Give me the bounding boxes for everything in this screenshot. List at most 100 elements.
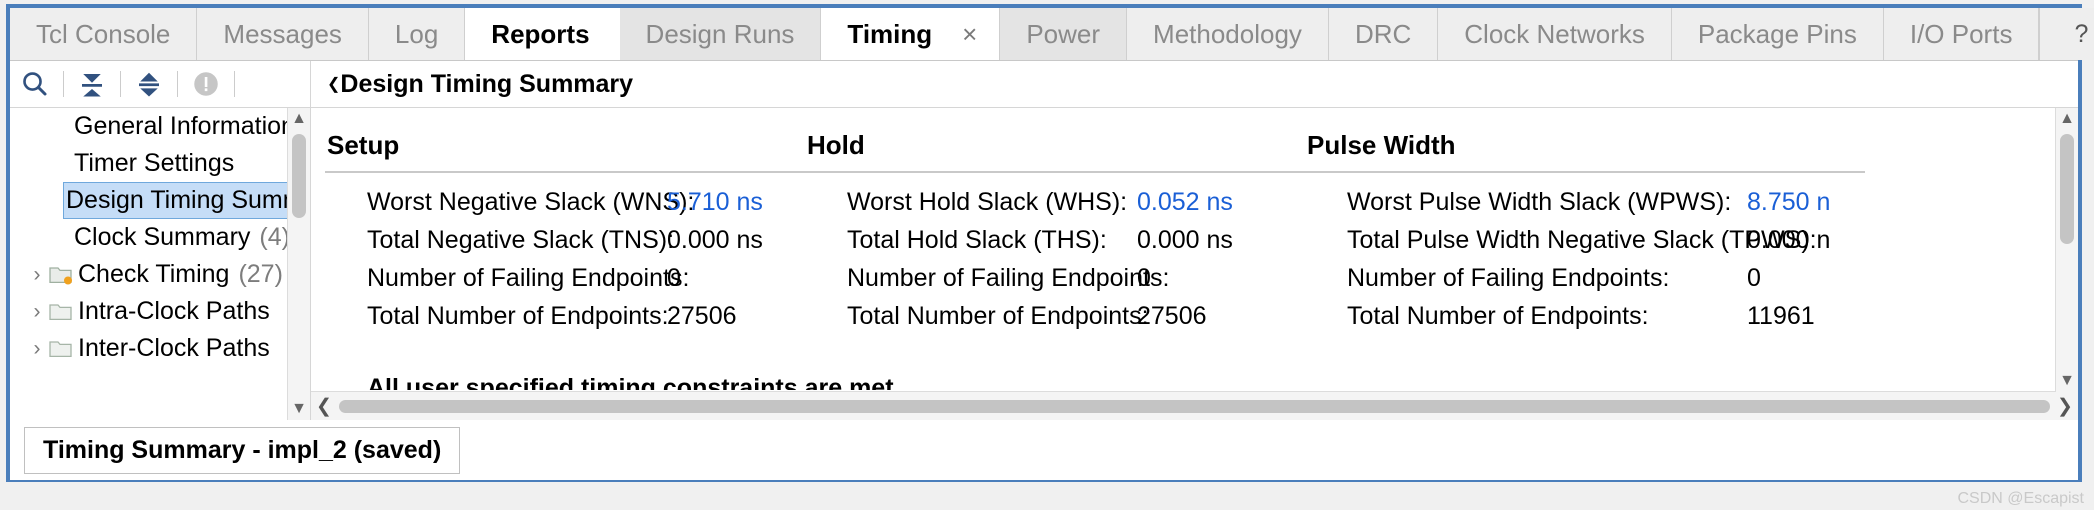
tree-item-general-information[interactable]: General Information [10,108,288,145]
row-label: Number of Failing Endpoints: [367,263,690,292]
column-title: Pulse Width [1307,130,1456,160]
toolbar-separator [177,71,178,97]
tree-item-label: Intra-Clock Paths [78,297,270,325]
report-content-pane: Setup Worst Negative Slack (WNS): 5.710 … [311,108,2078,420]
help-glyph: ? [2074,19,2089,48]
tab-label: I/O Ports [1909,18,2013,49]
chevron-right-icon[interactable]: › [26,263,48,287]
page-title: Design Timing Summary [340,69,634,98]
column-rule [325,171,805,173]
tab-tcl-console[interactable]: Tcl Console [10,8,198,60]
report-tree: General Information Timer Settings Desig… [10,108,288,420]
panel-title-bar: ❮ Design Timing Summary [310,61,2078,107]
scroll-up-icon[interactable]: ▲ [2056,108,2078,130]
tab-label: Design Runs [645,18,795,49]
tree-item-label: General Information [74,112,288,140]
toolbar-separator [120,71,121,97]
expand-all-icon[interactable] [124,61,174,107]
tree-item-check-timing[interactable]: › Check Timing (27) [10,256,288,293]
tree-item-count: (4) [259,223,288,251]
scroll-down-icon[interactable]: ▼ [288,398,310,420]
report-scroll-area: Setup Worst Negative Slack (WNS): 5.710 … [311,108,2078,420]
tree-item-count: (27) [238,260,283,288]
tab-messages[interactable]: Messages [197,8,369,60]
summary-row: Number of Failing Endpoints: 0 [325,259,805,297]
chevron-right-icon[interactable]: › [26,300,48,324]
column-rule [1305,171,1865,173]
tree-item-clock-summary[interactable]: Clock Summary (4) [10,219,288,256]
tree-item-intra-clock-paths[interactable]: › Intra-Clock Paths [10,293,288,330]
column-title: Setup [327,130,400,160]
close-glyph: × [962,18,978,49]
tab-label: Tcl Console [36,18,171,49]
row-value[interactable]: 5.710 ns [667,188,763,217]
row-value[interactable]: 8.750 n [1747,188,1830,217]
tab-package-pins[interactable]: Package Pins [1671,8,1884,60]
panel-body: General Information Timer Settings Desig… [10,108,2078,420]
summary-row: Total Negative Slack (TNS): 0.000 ns [325,221,805,259]
scrollbar-thumb[interactable] [292,134,306,218]
scroll-up-icon[interactable]: ▲ [288,108,310,130]
summary-row: Number of Failing Endpoints: 0 [805,259,1305,297]
tree-vertical-scrollbar[interactable]: ▲ ▼ [287,108,310,420]
tab-label: Methodology [1153,18,1302,49]
tab-power[interactable]: Power [1000,8,1128,60]
scroll-down-icon[interactable]: ▼ [2056,370,2078,392]
tree-item-design-timing-summary[interactable]: Design Timing Summary [63,182,288,219]
scrollbar-thumb[interactable] [339,399,2050,413]
summary-row: Total Number of Endpoints: 11961 [1305,297,1865,335]
row-label: Total Number of Endpoints: [1347,301,1649,330]
tab-timing[interactable]: Timing [821,8,945,60]
report-vertical-scrollbar[interactable]: ▲ ▼ [2055,108,2078,392]
tab-label: Log [394,18,439,49]
tree-item-label: Timer Settings [74,149,235,177]
row-label: Total Hold Slack (THS): [847,225,1107,254]
tab-label: Clock Networks [1464,18,1645,49]
collapse-all-icon[interactable] [67,61,117,107]
chevron-right-icon[interactable]: › [26,337,48,361]
summary-row: Total Number of Endpoints: 27506 [325,297,805,335]
row-value: 0 [667,263,681,292]
tab-label: Messages [223,18,342,49]
row-label: Worst Negative Slack (WNS): [367,187,695,216]
warning-info-icon[interactable] [181,61,231,107]
panel-toolbar: ❮ Design Timing Summary [10,61,2078,108]
scroll-left-icon[interactable]: ❮ [327,74,340,94]
tab-reports[interactable]: Reports [465,8,620,60]
row-value[interactable]: 0.052 ns [1137,188,1233,217]
row-value: 0.000 ns [667,225,763,254]
search-icon[interactable] [10,61,60,107]
scroll-right-icon[interactable]: ❯ [2052,395,2078,418]
row-value: 0 [1137,263,1151,292]
report-horizontal-scrollbar[interactable]: ❮ ❯ [311,391,2078,420]
toolbar-separator [63,71,64,97]
tab-clock-networks[interactable]: Clock Networks [1438,8,1672,60]
row-label: Worst Hold Slack (WHS): [847,187,1128,216]
tab-methodology[interactable]: Methodology [1127,8,1329,60]
help-icon[interactable]: ? [2074,19,2089,48]
scrollbar-thumb[interactable] [2060,134,2074,244]
tab-io-ports[interactable]: I/O Ports [1883,8,2040,60]
summary-row: Total Hold Slack (THS): 0.000 ns [805,221,1305,259]
tree-item-inter-clock-paths[interactable]: › Inter-Clock Paths [10,330,288,367]
timing-summary-window: Tcl Console Messages Log Reports Design … [6,4,2094,482]
tab-log[interactable]: Log [368,8,466,60]
tree-item-timer-settings[interactable]: Timer Settings [10,145,288,182]
tab-drc[interactable]: DRC [1328,8,1439,60]
row-value: 27506 [667,301,737,330]
tree-item-label: Check Timing [78,260,230,288]
summary-row: Number of Failing Endpoints: 0 [1305,259,1865,297]
row-label: Number of Failing Endpoints: [847,263,1170,292]
clipped-section-text: All user specified timing constraints ar… [367,374,901,390]
close-icon[interactable]: × [944,8,1001,60]
tab-design-runs[interactable]: Design Runs [619,8,822,60]
summary-row: Worst Hold Slack (WHS): 0.052 ns [805,183,1305,221]
row-label: Worst Pulse Width Slack (WPWS): [1347,187,1732,216]
scroll-left-icon[interactable]: ❮ [311,395,337,418]
window-controls: ? — ☐ ⧉ [2040,8,2094,60]
row-label: Total Negative Slack (TNS): [367,225,675,254]
tree-item-label: Clock Summary [74,223,251,251]
tree-item-label: Inter-Clock Paths [78,334,270,362]
folder-warning-icon [48,264,78,286]
report-tree-pane: General Information Timer Settings Desig… [10,108,311,420]
